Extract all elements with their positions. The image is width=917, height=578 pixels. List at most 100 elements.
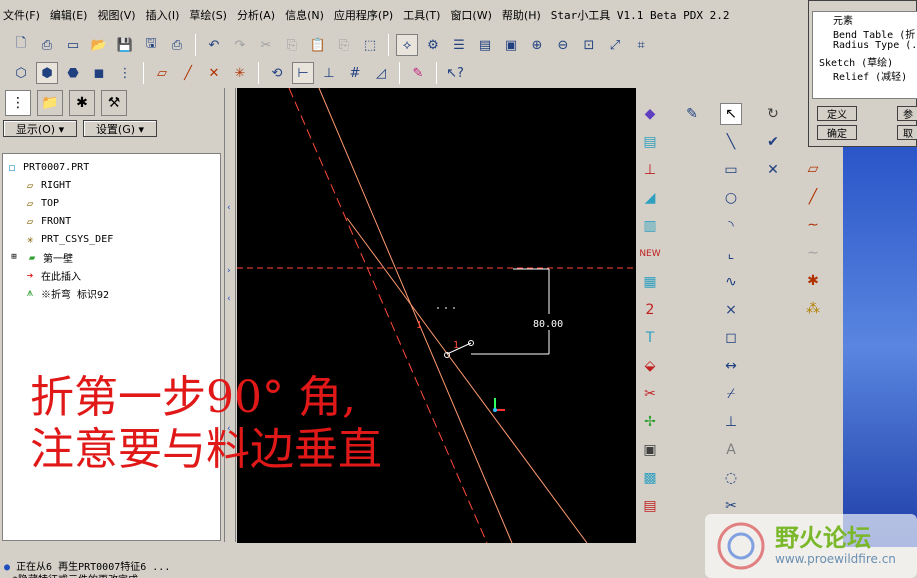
views-icon[interactable]: ⌗ [630, 34, 652, 56]
convert-icon[interactable]: ▤ [639, 495, 661, 517]
wall-feature-icon[interactable]: ◆ [639, 103, 661, 125]
datum-icon[interactable]: ⟡ [396, 34, 418, 56]
tree-item-csys[interactable]: ✳ PRT_CSYS_DEF [3, 230, 220, 248]
flat-wall-icon[interactable]: ▤ [639, 131, 661, 153]
favorites-tab-icon[interactable]: ✱ [69, 90, 95, 116]
dimension-value[interactable]: 80.00 [533, 319, 563, 330]
orient-icon[interactable]: ⤢ [604, 34, 626, 56]
expand-icon[interactable]: ⊞ [7, 252, 21, 262]
menu-insert[interactable]: 插入(I) [146, 7, 180, 23]
element-relief[interactable]: Relief (减轻) [813, 68, 917, 83]
csys-tool-icon[interactable]: ⁂ [802, 298, 824, 320]
datum-plane-icon[interactable]: ▱ [151, 62, 173, 84]
datum-curve-icon[interactable]: ∼ [802, 214, 824, 236]
wireframe-icon[interactable]: ⬡ [10, 62, 32, 84]
menu-info[interactable]: 信息(N) [285, 7, 324, 23]
zoom-in-icon[interactable]: ⊕ [526, 34, 548, 56]
corner-relief-icon[interactable]: ⬙ [639, 355, 661, 377]
sketched-curve-icon[interactable]: ∼ [802, 242, 824, 264]
flange-icon[interactable]: ⊥ [639, 159, 661, 181]
palette-shape-icon[interactable]: ◌ [720, 467, 742, 489]
tree-item-front[interactable]: ▱ FRONT [3, 212, 220, 230]
app-title[interactable]: Star小工具 V1.1 Beta PDX 2.2 [551, 7, 730, 23]
spline-icon[interactable]: ∿ [720, 271, 742, 293]
rip-icon[interactable]: ✢ [639, 411, 661, 433]
new-icon[interactable]: NEW [639, 243, 661, 265]
line-icon[interactable]: ╲ [720, 131, 742, 153]
cancel-icon[interactable]: ✕ [762, 159, 784, 181]
copy-icon[interactable]: ⎘ [281, 34, 303, 56]
context-help-icon[interactable]: ↖? [444, 62, 466, 84]
menu-edit[interactable]: 编辑(E) [50, 7, 88, 23]
tree-toggle-icon[interactable]: ⋮ [114, 62, 136, 84]
sketch-tool-icon[interactable]: ✎ [407, 62, 429, 84]
select-pointer-icon[interactable]: ↖ [720, 103, 742, 125]
constraint-display-icon[interactable]: ⊥ [318, 62, 340, 84]
hidden-line-icon[interactable]: ⬢ [36, 62, 58, 84]
folder-browser-tab-icon[interactable]: 📁 [37, 90, 63, 116]
form-icon[interactable]: ▣ [639, 439, 661, 461]
datum-axis-icon[interactable]: ╱ [177, 62, 199, 84]
datum-point-icon[interactable]: ✱ [802, 270, 824, 292]
use-edge-icon[interactable]: ◻ [720, 327, 742, 349]
model-tree-tab-icon[interactable]: ⋮ [5, 90, 31, 116]
cut-icon[interactable]: ✂ [255, 34, 277, 56]
paste-special-icon[interactable]: ⎘ [333, 34, 355, 56]
menu-view[interactable]: 视图(V) [97, 7, 135, 23]
dimension-display-icon[interactable]: ⊢ [292, 62, 314, 84]
circle-icon[interactable]: ○ [720, 187, 742, 209]
cancel-button[interactable]: 取 [897, 125, 917, 140]
arc-icon[interactable]: ◝ [720, 215, 742, 237]
blank-icon[interactable]: ▭ [62, 34, 84, 56]
element-list[interactable]: 元素 Bend Table (折... Radius Type (... Ske… [812, 11, 917, 99]
tree-item-insert-here[interactable]: ➔ 在此插入 [3, 266, 220, 284]
element-sketch[interactable]: Sketch (草绘) [813, 54, 917, 69]
define-button[interactable]: 定义 [817, 106, 857, 121]
tree-item-first-wall[interactable]: ⊞ ▰ 第一壁 [3, 248, 220, 266]
paste-icon[interactable]: 📋 [307, 34, 329, 56]
save-copy-icon[interactable]: 🖫 [140, 34, 162, 56]
new-file-icon[interactable]: 🗋 [10, 34, 32, 56]
layers-icon[interactable]: ☰ [448, 34, 470, 56]
menu-applications[interactable]: 应用程序(P) [334, 7, 393, 23]
window-icon[interactable]: ▣ [500, 34, 522, 56]
folder-icon[interactable]: 📂 [88, 34, 110, 56]
save-icon[interactable]: 💾 [114, 34, 136, 56]
menu-help[interactable]: 帮助(H) [502, 7, 541, 23]
constraints-icon[interactable]: ⊥ [720, 411, 742, 433]
menu-window[interactable]: 窗口(W) [450, 7, 491, 23]
tree-item-bend[interactable]: ⩚ ※折弯 标识92 [3, 284, 220, 302]
tree-root[interactable]: ◻ PRT0007.PRT [3, 158, 220, 176]
element-bend-table[interactable]: Bend Table (折... [813, 26, 917, 41]
edge-bend-icon[interactable]: T [639, 327, 661, 349]
menu-tools[interactable]: 工具(T) [403, 7, 440, 23]
show-button[interactable]: 显示(O) ▾ [3, 120, 77, 137]
no-hidden-icon[interactable]: ⬣ [62, 62, 84, 84]
element-radius-type[interactable]: Radius Type (... [813, 40, 917, 54]
point-icon[interactable]: × [720, 299, 742, 321]
sketch-setup-icon[interactable]: ⟲ [266, 62, 288, 84]
ok-button[interactable]: 确定 [817, 125, 857, 140]
unbend-icon[interactable]: ▥ [639, 215, 661, 237]
open-icon[interactable]: ⎙ [36, 34, 58, 56]
text-icon[interactable]: A [720, 439, 742, 461]
menu-sketch[interactable]: 草绘(S) [189, 7, 227, 23]
shading-icon[interactable]: ◼ [88, 62, 110, 84]
menu-analysis[interactable]: 分析(A) [237, 7, 275, 23]
tree-item-top[interactable]: ▱ TOP [3, 194, 220, 212]
datum-axis-icon[interactable]: ╱ [802, 186, 824, 208]
connections-tab-icon[interactable]: ⚒ [101, 90, 127, 116]
regenerate-icon[interactable]: ⚙ [422, 34, 444, 56]
modify-value-icon[interactable]: ⌿ [720, 383, 742, 405]
tree-item-right[interactable]: ▱ RIGHT [3, 176, 220, 194]
palette-icon[interactable]: ✎ [681, 103, 703, 125]
settings-button[interactable]: 设置(G) ▾ [83, 120, 157, 137]
cut-icon[interactable]: ✂ [639, 383, 661, 405]
bend-icon[interactable]: 2 [639, 299, 661, 321]
datum-plane-icon[interactable]: ▱ [802, 158, 824, 180]
reference-button[interactable]: 参 [897, 106, 917, 121]
undo-icon[interactable]: ↶ [203, 34, 225, 56]
csys-icon[interactable]: ✳ [229, 62, 251, 84]
flatten-icon[interactable]: ▩ [639, 467, 661, 489]
rectangle-icon[interactable]: ▭ [720, 159, 742, 181]
